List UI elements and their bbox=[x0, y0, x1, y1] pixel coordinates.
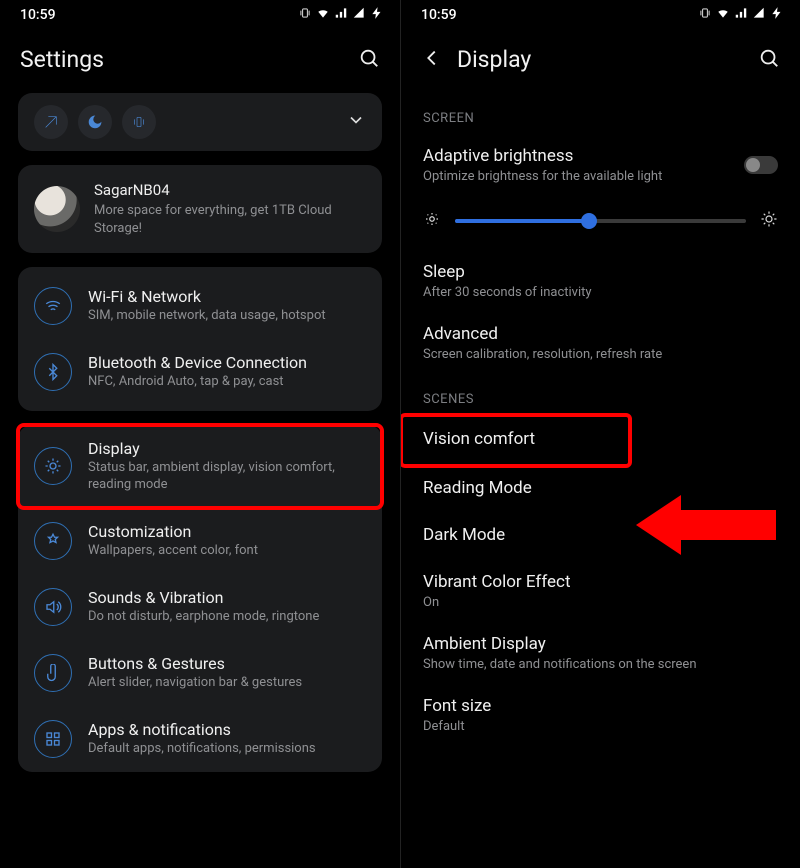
apps-icon bbox=[34, 720, 72, 758]
status-time: 10:59 bbox=[20, 7, 56, 23]
back-button[interactable] bbox=[421, 47, 443, 73]
row-sounds[interactable]: Sounds & Vibration Do not disturb, earph… bbox=[18, 574, 382, 640]
qs-nightmode-icon[interactable] bbox=[78, 105, 112, 139]
phone-right: 10:59 Display SCREEN Adaptive brigh bbox=[400, 0, 800, 868]
row-sub: Default bbox=[423, 719, 491, 734]
promo-card[interactable]: SagarNB04 More space for everything, get… bbox=[18, 165, 382, 253]
brightness-low-icon bbox=[423, 210, 441, 232]
row-title: Ambient Display bbox=[423, 634, 697, 654]
promo-name: SagarNB04 bbox=[94, 181, 366, 199]
row-title: Font size bbox=[423, 696, 491, 716]
gesture-icon bbox=[34, 654, 72, 692]
row-title: Customization bbox=[88, 522, 258, 541]
qs-brightness-icon[interactable] bbox=[34, 105, 68, 139]
quick-settings-card[interactable] bbox=[18, 93, 382, 151]
status-icons bbox=[698, 6, 784, 24]
phone-left: 10:59 Settings bbox=[0, 0, 400, 868]
row-buttons[interactable]: Buttons & Gestures Alert slider, navigat… bbox=[18, 640, 382, 706]
status-time: 10:59 bbox=[421, 7, 457, 23]
page-title: Display bbox=[457, 46, 531, 73]
header: Settings bbox=[0, 28, 400, 93]
search-button[interactable] bbox=[758, 47, 780, 73]
row-sub: Optimize brightness for the available li… bbox=[423, 169, 662, 184]
row-title: Buttons & Gestures bbox=[88, 654, 302, 673]
display-icon bbox=[34, 447, 72, 485]
section-scenes: SCENES bbox=[401, 374, 800, 415]
row-title: Vibrant Color Effect bbox=[423, 572, 571, 592]
row-display[interactable]: Display Status bar, ambient display, vis… bbox=[18, 425, 382, 508]
signal2-icon bbox=[352, 6, 366, 24]
signal-icon bbox=[334, 6, 348, 24]
row-title: Sounds & Vibration bbox=[88, 588, 319, 607]
row-sub: Do not disturb, earphone mode, ringtone bbox=[88, 609, 319, 626]
network-group: Wi-Fi & Network SIM, mobile network, dat… bbox=[18, 267, 382, 411]
chevron-down-icon bbox=[346, 115, 366, 134]
row-title: Bluetooth & Device Connection bbox=[88, 353, 307, 372]
wifi-icon bbox=[316, 6, 330, 24]
row-title: Apps & notifications bbox=[88, 720, 316, 739]
row-sub: Default apps, notifications, permissions bbox=[88, 741, 316, 758]
promo-sub: More space for everything, get 1TB Cloud… bbox=[94, 202, 366, 237]
row-title: Sleep bbox=[423, 262, 592, 282]
chevron-left-icon bbox=[421, 54, 443, 73]
search-button[interactable] bbox=[358, 47, 380, 73]
status-bar: 10:59 bbox=[401, 0, 800, 28]
signal2-icon bbox=[752, 6, 766, 24]
qs-rotate-icon[interactable] bbox=[122, 105, 156, 139]
row-advanced[interactable]: Advanced Screen calibration, resolution,… bbox=[401, 312, 800, 374]
row-sub: NFC, Android Auto, tap & pay, cast bbox=[88, 374, 307, 391]
search-icon bbox=[758, 54, 780, 73]
row-title: Dark Mode bbox=[423, 525, 505, 545]
row-vision-comfort[interactable]: Vision comfort bbox=[401, 415, 630, 466]
customization-icon bbox=[34, 522, 72, 560]
avatar bbox=[34, 186, 80, 232]
annotation-arrow bbox=[636, 490, 776, 560]
expand-button[interactable] bbox=[346, 110, 366, 134]
row-sub: Wallpapers, accent color, font bbox=[88, 543, 258, 560]
row-sub: On bbox=[423, 595, 571, 610]
search-icon bbox=[358, 54, 380, 73]
bluetooth-icon bbox=[34, 353, 72, 391]
vibrate-icon bbox=[298, 6, 312, 24]
row-title: Wi-Fi & Network bbox=[88, 287, 326, 306]
row-sub: Show time, date and notifications on the… bbox=[423, 657, 697, 672]
brightness-slider-row bbox=[401, 196, 800, 250]
row-sub: Status bar, ambient display, vision comf… bbox=[88, 460, 366, 494]
status-icons bbox=[298, 6, 384, 24]
row-sub: After 30 seconds of inactivity bbox=[423, 285, 592, 300]
row-vibrant-color[interactable]: Vibrant Color Effect On bbox=[401, 560, 800, 622]
header: Display bbox=[401, 28, 800, 93]
bolt-icon bbox=[370, 6, 384, 24]
section-screen: SCREEN bbox=[401, 93, 800, 134]
brightness-high-icon bbox=[760, 210, 778, 232]
adaptive-toggle[interactable] bbox=[744, 156, 778, 174]
row-sub: Screen calibration, resolution, refresh … bbox=[423, 347, 662, 362]
bolt-icon bbox=[770, 6, 784, 24]
row-title: Advanced bbox=[423, 324, 662, 344]
row-sub: SIM, mobile network, data usage, hotspot bbox=[88, 308, 326, 325]
brightness-slider[interactable] bbox=[455, 219, 746, 223]
row-customization[interactable]: Customization Wallpapers, accent color, … bbox=[18, 508, 382, 574]
sound-icon bbox=[34, 588, 72, 626]
row-title: Display bbox=[88, 439, 366, 458]
status-bar: 10:59 bbox=[0, 0, 400, 28]
row-adaptive-brightness[interactable]: Adaptive brightness Optimize brightness … bbox=[401, 134, 800, 196]
row-title: Vision comfort bbox=[423, 429, 535, 449]
wifi-icon bbox=[716, 6, 730, 24]
wifi-icon bbox=[34, 287, 72, 325]
row-title: Adaptive brightness bbox=[423, 146, 662, 166]
row-wifi-network[interactable]: Wi-Fi & Network SIM, mobile network, dat… bbox=[18, 273, 382, 339]
page-title: Settings bbox=[20, 46, 104, 73]
row-bluetooth[interactable]: Bluetooth & Device Connection NFC, Andro… bbox=[18, 339, 382, 405]
settings-group: Display Status bar, ambient display, vis… bbox=[18, 425, 382, 772]
row-sleep[interactable]: Sleep After 30 seconds of inactivity bbox=[401, 250, 800, 312]
signal-icon bbox=[734, 6, 748, 24]
row-apps[interactable]: Apps & notifications Default apps, notif… bbox=[18, 706, 382, 772]
row-sub: Alert slider, navigation bar & gestures bbox=[88, 675, 302, 692]
vibrate-icon bbox=[698, 6, 712, 24]
row-font-size[interactable]: Font size Default bbox=[401, 684, 800, 746]
row-ambient-display[interactable]: Ambient Display Show time, date and noti… bbox=[401, 622, 800, 684]
row-title: Reading Mode bbox=[423, 478, 532, 498]
